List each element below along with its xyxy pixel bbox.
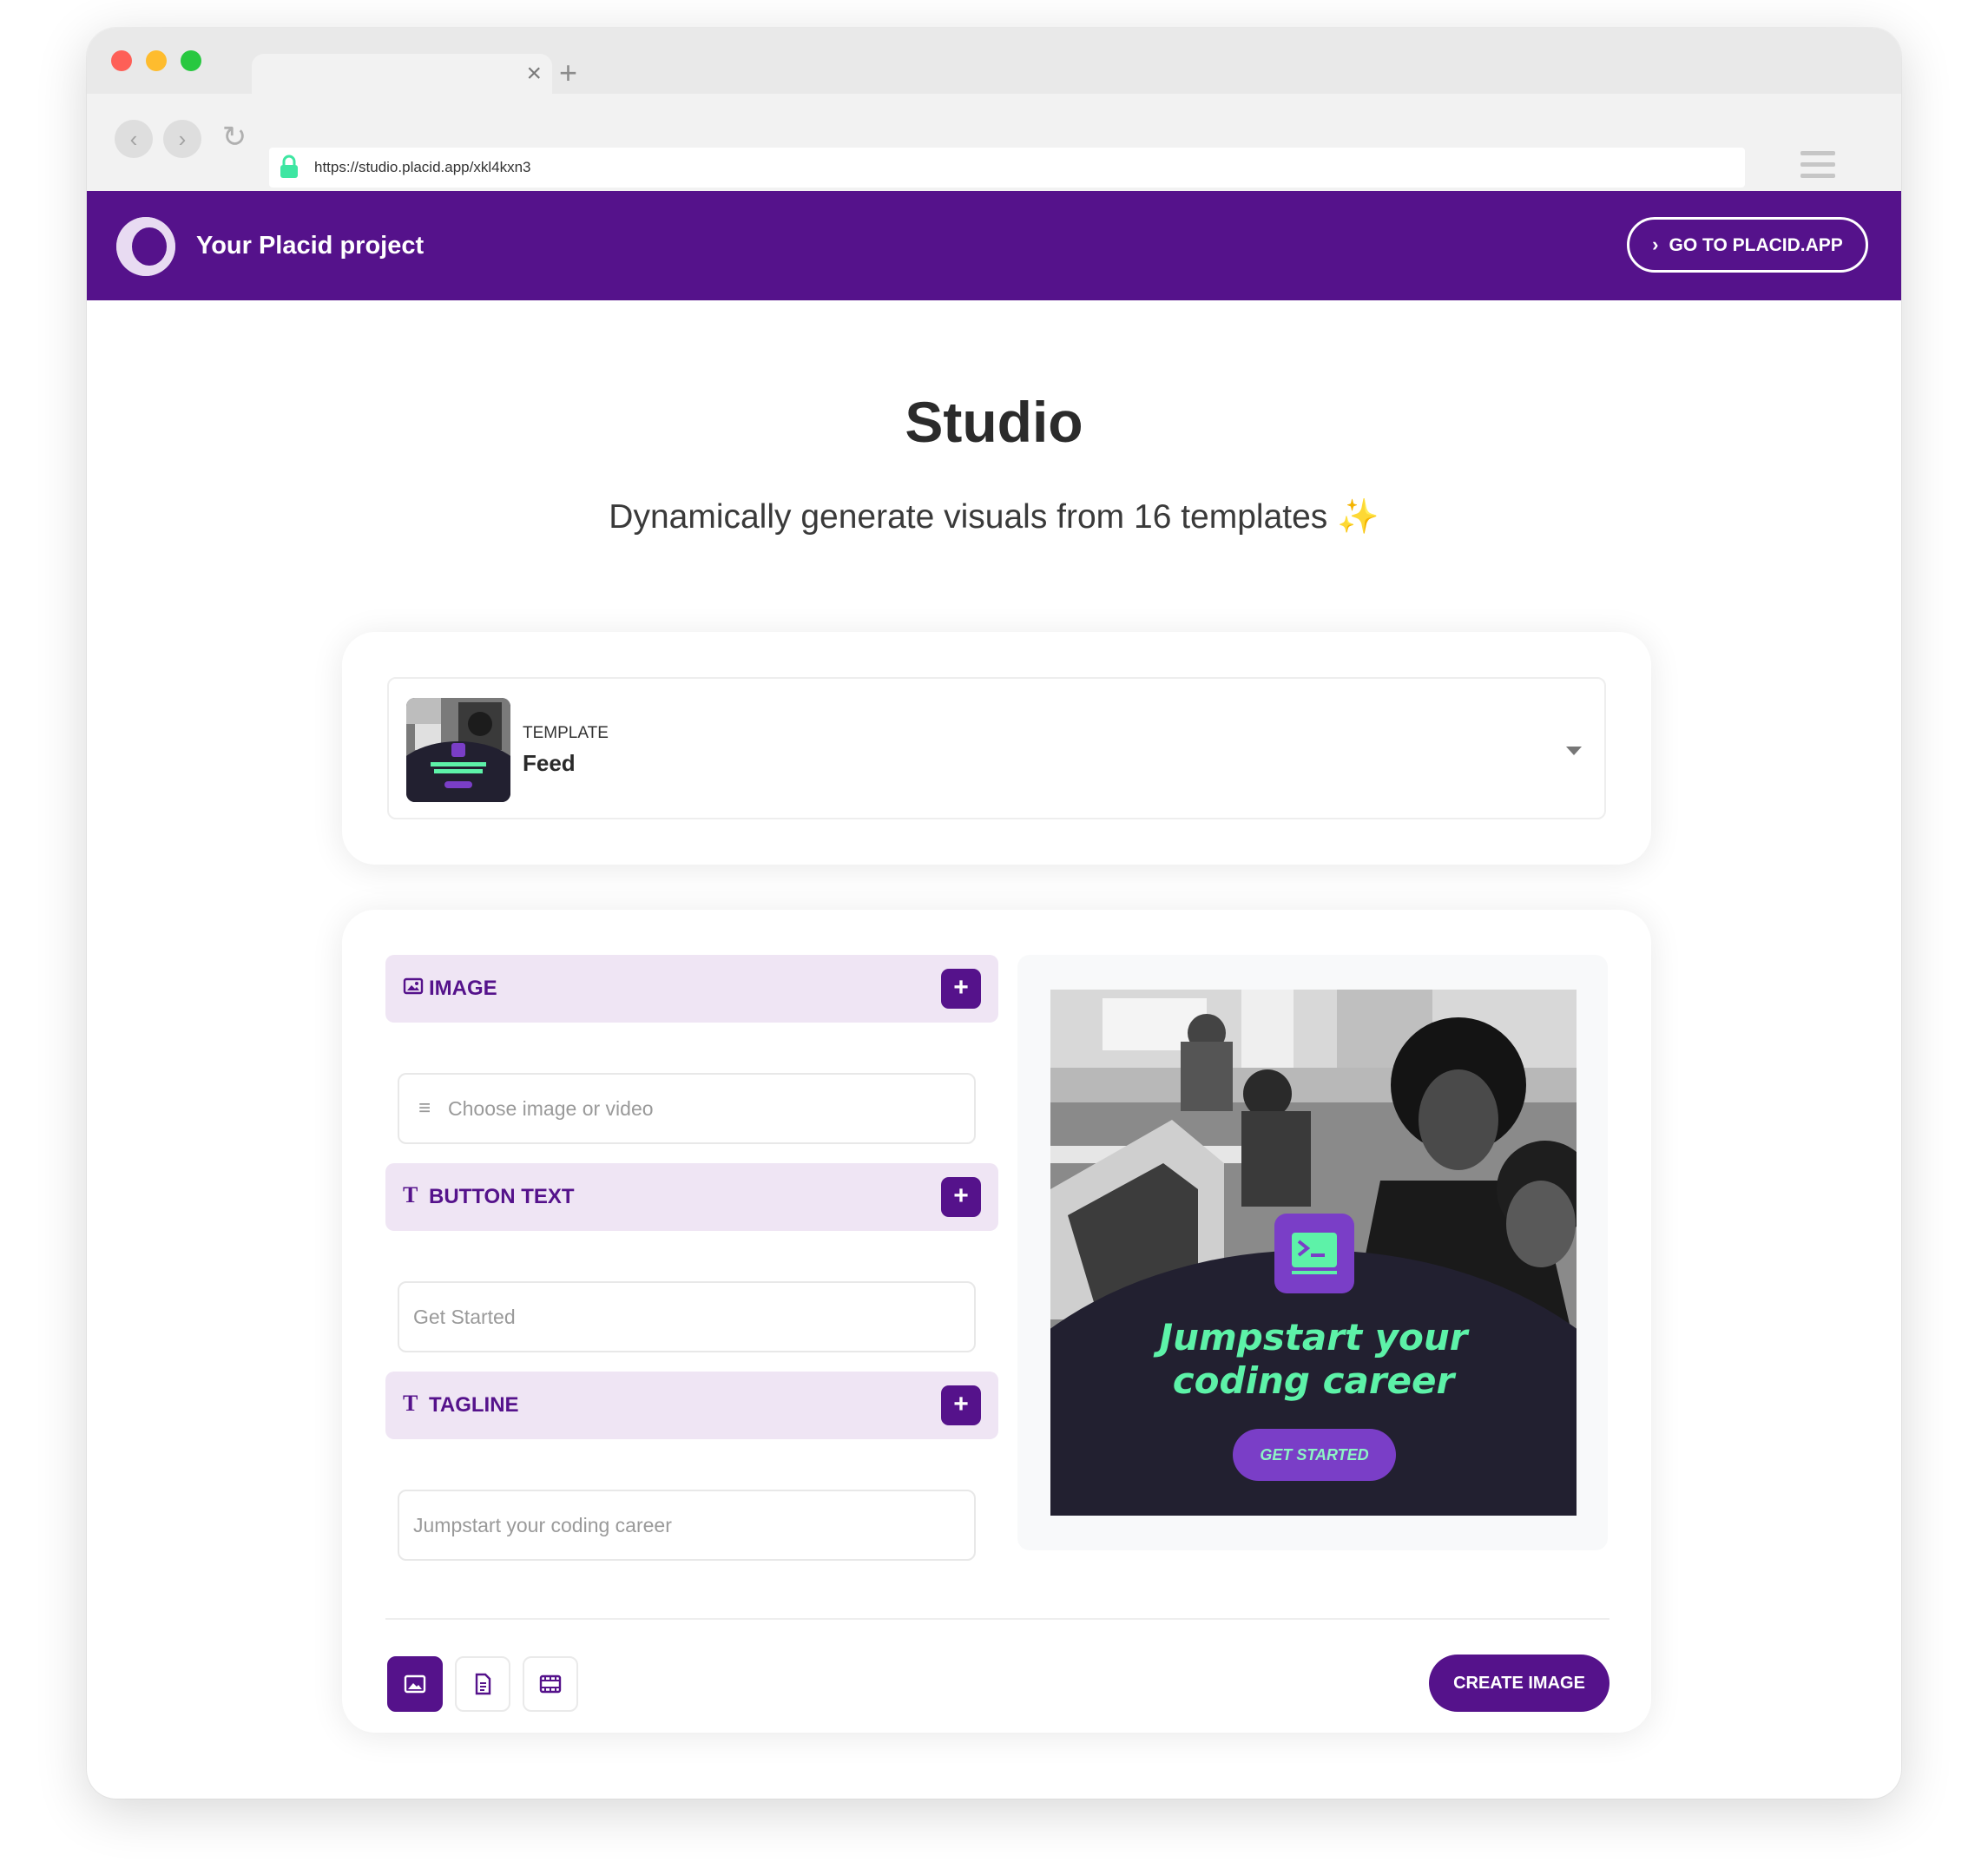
image-icon	[404, 1674, 426, 1694]
add-tagline-button[interactable]: +	[941, 1385, 981, 1425]
text-icon: T	[403, 1391, 418, 1416]
image-icon	[403, 977, 424, 995]
url-text: https://studio.placid.app/xkl4kxn3	[314, 159, 531, 175]
tab-bar: × +	[87, 28, 1901, 94]
list-icon: ≡	[418, 1096, 431, 1120]
preview-cta-button: GET STARTED	[1233, 1429, 1396, 1481]
tagline-section-title: TAGLINE	[429, 1393, 519, 1417]
close-tab-icon[interactable]: ×	[526, 59, 542, 89]
preview-image: Jumpstart your coding career GET STARTED	[1050, 990, 1577, 1516]
browser-menu-icon[interactable]	[1800, 151, 1835, 186]
reload-icon[interactable]: ↻	[215, 118, 253, 156]
project-name: Your Placid project	[196, 232, 425, 260]
create-image-button[interactable]: CREATE IMAGE	[1429, 1655, 1609, 1712]
template-label: TEMPLATE	[523, 724, 609, 742]
button-text-section-title: BUTTON TEXT	[429, 1185, 575, 1208]
output-pdf-button[interactable]	[455, 1656, 510, 1712]
image-picker-placeholder: Choose image or video	[448, 1097, 654, 1120]
chevron-down-icon	[1566, 747, 1582, 755]
lock-icon	[280, 155, 298, 178]
placid-logo-icon	[116, 217, 175, 276]
subtitle-text: Dynamically generate visuals from 16 tem…	[609, 498, 1328, 536]
template-name: Feed	[523, 750, 576, 776]
page-subtitle: Dynamically generate visuals from 16 tem…	[87, 497, 1901, 536]
video-icon	[539, 1674, 562, 1694]
close-window-button[interactable]	[111, 50, 132, 71]
document-icon	[475, 1673, 491, 1695]
browser-tab[interactable]: ×	[252, 54, 552, 94]
minimize-window-button[interactable]	[146, 50, 167, 71]
template-thumbnail	[406, 698, 510, 802]
browser-window: × + ‹ › ↻ https://studio.placid.app/xkl4…	[87, 28, 1901, 1799]
page-title: Studio	[905, 390, 1083, 454]
add-image-button[interactable]: +	[941, 969, 981, 1009]
template-card: TEMPLATE Feed	[342, 632, 1651, 865]
editor-card: IMAGE + ≡ Choose image or video T BUTTON…	[342, 910, 1651, 1733]
new-tab-button[interactable]: +	[559, 56, 577, 90]
text-icon: T	[403, 1182, 418, 1207]
preview-panel: Jumpstart your coding career GET STARTED	[1017, 955, 1608, 1550]
button-text-value: Get Started	[413, 1306, 516, 1328]
tagline-section-header: T TAGLINE +	[385, 1372, 998, 1439]
forward-button[interactable]: ›	[163, 120, 201, 158]
preview-headline-line1: Jumpstart your	[1159, 1316, 1468, 1359]
back-button[interactable]: ‹	[115, 120, 153, 158]
terminal-icon	[1274, 1214, 1354, 1293]
go-to-placid-label: GO TO PLACID.APP	[1669, 235, 1843, 255]
image-section-title: IMAGE	[429, 977, 497, 1000]
address-bar[interactable]: https://studio.placid.app/xkl4kxn3	[269, 148, 1745, 188]
app-header: Your Placid project › GO TO PLACID.APP	[87, 191, 1901, 300]
sparkles-icon: ✨	[1337, 498, 1379, 536]
tagline-value: Jumpstart your coding career	[413, 1514, 672, 1536]
preview-headline-line2: coding career	[1172, 1359, 1455, 1402]
image-section-header: IMAGE +	[385, 955, 998, 1023]
go-to-placid-button[interactable]: › GO TO PLACID.APP	[1627, 217, 1868, 273]
button-text-section-header: T BUTTON TEXT +	[385, 1163, 998, 1231]
output-video-button[interactable]	[523, 1656, 578, 1712]
tagline-input[interactable]: Jumpstart your coding career	[398, 1490, 976, 1561]
maximize-window-button[interactable]	[181, 50, 201, 71]
chevron-right-icon: ›	[1652, 234, 1659, 255]
add-button-text-button[interactable]: +	[941, 1177, 981, 1217]
image-picker[interactable]: ≡ Choose image or video	[398, 1073, 976, 1144]
preview-headline: Jumpstart your coding career	[1050, 1316, 1577, 1403]
output-image-button[interactable]	[387, 1656, 443, 1712]
template-select[interactable]: TEMPLATE Feed	[387, 677, 1606, 819]
footer-divider	[385, 1618, 1609, 1620]
button-text-input[interactable]: Get Started	[398, 1281, 976, 1352]
